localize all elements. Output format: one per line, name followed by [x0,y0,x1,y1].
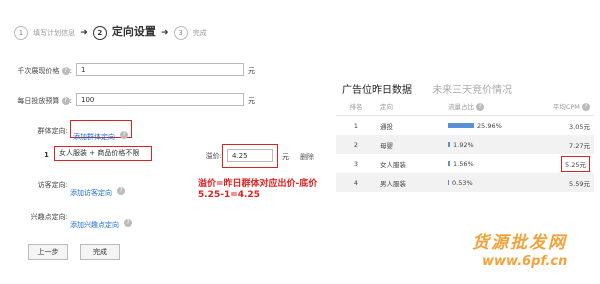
help-icon[interactable]: ? [117,186,126,195]
step-indicator: 1 填写计划信息 ➜ 2 定向设置 ➜ 3 完成 [14,20,207,40]
rank-cell: 2 [336,135,376,154]
cpm-cell: 3.05元 [569,122,590,131]
targeting-form-panel: 1 填写计划信息 ➜ 2 定向设置 ➜ 3 完成 千次展现价格 ?: 1 元 每… [4,8,334,278]
help-icon[interactable]: ? [124,218,133,227]
budget-input[interactable]: 100 [76,93,244,106]
ad-slot-data-panel: 广告位昨日数据 未来三天竞价情况 排名 定向 流量占比 ? 平均CPM ? 1 … [336,70,596,200]
column-header-target: 定向 [376,96,444,116]
step-3-label: 完成 [192,29,207,37]
cpm-cell: 5.59元 [532,173,594,192]
finish-button[interactable]: 完成 [80,244,120,260]
tab-yesterday-data[interactable]: 广告位昨日数据 [342,85,412,96]
step-1-label: 填写计划信息 [33,29,76,37]
help-icon[interactable]: ? [476,102,485,111]
ranking-table-body: 1 通投 25.96% 3.05元 2 母婴 1.92% 7.27元 3 女人服… [336,116,594,192]
cpm-unit: 元 [248,67,255,75]
watermark-logo-text: 货源批发网 [472,233,567,253]
group-index: 1 [44,151,49,159]
table-header-row: 排名 定向 流量占比 ? 平均CPM ? [336,96,594,116]
previous-step-button[interactable]: 上一步 [28,244,68,260]
cpm-cell: 7.27元 [532,135,594,154]
table-row: 4 男人服装 0.53% 5.59元 [336,173,594,192]
premium-label-group: 溢价: [205,152,222,160]
step-3-number: 3 [173,26,188,40]
table-row: 1 通投 25.96% 3.05元 [336,116,594,136]
table-row: 2 母婴 1.92% 7.27元 [336,135,594,154]
group-tag: 女人服装 + 商品价格不限 [54,146,152,161]
rank-cell: 4 [336,173,376,192]
share-cell: 1.56% [444,154,532,173]
group-targeting-label: 群体定向: [37,127,68,135]
share-bar [448,161,450,166]
help-icon[interactable]: ? [120,130,129,139]
visitor-targeting-label: 访客定向: [37,181,68,189]
cpm-label-group: 千次展现价格 ?: [17,67,72,75]
data-tabs: 广告位昨日数据 未来三天竞价情况 [342,78,512,97]
add-interest-targeting-link[interactable]: 添加兴趣点定向 [70,221,119,229]
target-cell: 男人服装 [376,173,444,192]
help-icon[interactable]: ? [582,102,590,111]
cpm-cell: 5.25元 [532,154,594,173]
target-cell: 女人服装 [380,160,406,169]
arrow-right-icon: ➜ [161,28,169,38]
interest-targeting-label: 兴趣点定向: [30,213,68,221]
premium-unit: 元 [282,153,289,161]
step-2-number: 2 [92,26,107,40]
share-cell: 25.96% [444,116,532,136]
budget-label: 每日投放预算 [17,97,60,105]
delete-link[interactable]: 删除 [300,152,314,162]
rank-cell: 1 [353,121,359,130]
premium-calculation-annotation: 5.25-1=4.25 [198,190,260,200]
add-interest-targeting-group: 添加兴趣点定向 ? [70,212,133,231]
cpm-label: 千次展现价格 [17,67,60,75]
help-icon[interactable]: ? [61,97,70,105]
add-visitor-targeting-link[interactable]: 添加访客定向 [70,189,112,197]
target-cell: 通投 [380,122,393,131]
help-icon[interactable]: ? [61,67,70,75]
premium-input[interactable]: 4.25 [227,149,273,162]
target-cell: 母婴 [376,135,444,154]
tab-next-three-days[interactable]: 未来三天竞价情况 [432,85,512,96]
column-header-cpm: 平均CPM ? [532,96,594,116]
share-cell: 1.92% [444,135,532,154]
budget-label-group: 每日投放预算 ?: [17,97,72,105]
share-cell: 0.53% [444,173,532,192]
share-bar [448,180,449,185]
watermark-url: www.6pf.cn [482,254,568,269]
add-visitor-targeting-group: 添加访客定向 ? [70,180,126,199]
add-group-targeting-link[interactable]: 添加群体定向 [73,133,115,141]
budget-unit: 元 [248,97,255,105]
cpm-input[interactable]: 1 [76,63,244,76]
premium-formula-annotation: 溢价=昨日群体对应出价-底价 [198,179,318,189]
column-header-share: 流量占比 ? [444,96,532,116]
share-bar [448,123,474,128]
rank-cell: 3 [353,159,359,168]
share-bar [448,142,450,147]
premium-label: 溢价 [205,152,220,160]
table-row: 3 女人服装 1.56% 5.25元 [336,154,594,173]
step-2-label: 定向设置 [111,25,156,38]
arrow-right-icon: ➜ [80,28,88,38]
column-header-rank: 排名 [336,96,376,116]
highlighted-cpm: 5.25元 [561,155,590,172]
add-group-targeting-highlight: 添加群体定向 ? [70,120,132,141]
ranking-table: 排名 定向 流量占比 ? 平均CPM ? 1 通投 25.96% 3.05元 2… [336,96,594,192]
step-1-number: 1 [14,26,28,40]
